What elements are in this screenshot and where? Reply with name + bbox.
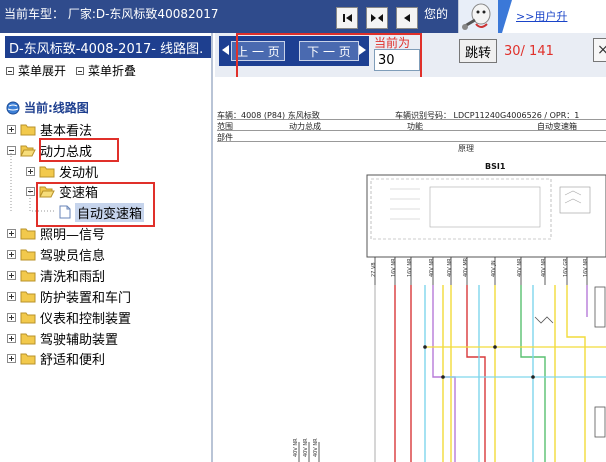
first-page-button[interactable] [336, 7, 358, 29]
tree-item-basic-concepts[interactable]: 基本看法 [7, 120, 92, 139]
wiring-diagram-page: 车辆：4008 (P84) 东风标致 车辆识别号码： LDCP11240G400… [215, 77, 606, 462]
svg-text:40V NR: 40V NR [517, 258, 523, 277]
menu-toggle-row: 菜单展开 菜单折叠 [6, 62, 146, 79]
menu-expand-link[interactable]: 菜单展开 [18, 62, 66, 79]
module-label: BSI1 [485, 162, 506, 171]
wire-harness [374, 285, 588, 462]
triangle-left-icon [404, 14, 410, 22]
menu-collapse-link[interactable]: 菜单折叠 [88, 62, 136, 79]
bsi-module-frame [366, 174, 606, 258]
close-button[interactable]: × [593, 38, 606, 62]
globe-icon [6, 101, 20, 114]
prev-arrow-icon [222, 45, 229, 55]
fit-page-button[interactable] [366, 7, 388, 29]
top-bar: 当前车型： 厂家:D-东风标致40082017 您的 >>用户升 [0, 0, 606, 33]
current-location: 当前:线路图 [6, 99, 89, 116]
svg-text:27 V8: 27 V8 [371, 262, 377, 277]
folder-icon [20, 353, 36, 364]
svg-text:40V MR: 40V MR [463, 257, 469, 277]
expand-icon [6, 66, 14, 75]
svg-text:40V JN: 40V JN [491, 260, 497, 277]
previous-icon-button[interactable] [396, 7, 418, 29]
sidebar: D-东风标致-4008-2017- 线路图. 菜单展开 菜单折叠 当前:线路图 … [0, 33, 213, 462]
user-upgrade-link[interactable]: >>用户升 [516, 8, 567, 24]
vehicle-title: 当前车型： 厂家:D-东风标致40082017 [4, 7, 219, 21]
sidebar-header: D-东风标致-4008-2017- 线路图. [5, 36, 211, 58]
mascot-avatar [458, 0, 498, 33]
collapse-icon [76, 66, 85, 75]
svg-text:40V NR: 40V NR [293, 438, 299, 457]
skip-back-icon [343, 14, 352, 22]
page-count: 30/ 141 [504, 44, 554, 59]
pin-labels: 27 V8 16V NR 16V NR 40V NR 40V NR 40V MR… [371, 257, 589, 277]
jump-button[interactable]: 跳转 [459, 39, 497, 63]
mascot-icon [462, 3, 491, 30]
current-location-label: 当前:线路图 [24, 101, 89, 115]
circuit-diagram: 原理 BSI1 27 V8 16V NR 16V NR 40V NR 40V N… [293, 144, 606, 462]
svg-text:40V NR: 40V NR [541, 258, 547, 277]
folder-icon [20, 124, 36, 135]
svg-text:16V NR: 16V NR [583, 258, 589, 277]
fit-arrows-icon [371, 14, 383, 22]
highlight-pager [236, 33, 422, 79]
promo-decoration-icon [498, 0, 512, 33]
svg-text:16V NR: 16V NR [407, 258, 413, 277]
close-icon: × [597, 42, 606, 58]
svg-text:40V NR: 40V NR [313, 438, 319, 457]
expand-plus-icon [7, 353, 16, 363]
svg-text:40V NR: 40V NR [303, 438, 309, 457]
svg-text:16V NR: 16V NR [391, 258, 397, 277]
expand-plus-icon [7, 124, 16, 134]
svg-text:40V NR: 40V NR [447, 258, 453, 277]
section-title: 原理 [458, 144, 474, 153]
promo-area: >>用户升 [498, 0, 606, 33]
svg-text:40V NR: 40V NR [429, 258, 435, 277]
svg-text:16V GR: 16V GR [563, 258, 569, 277]
highlight-transmission [36, 182, 155, 227]
welcome-text: 您的 [424, 7, 449, 21]
highlight-powertrain [39, 138, 119, 162]
